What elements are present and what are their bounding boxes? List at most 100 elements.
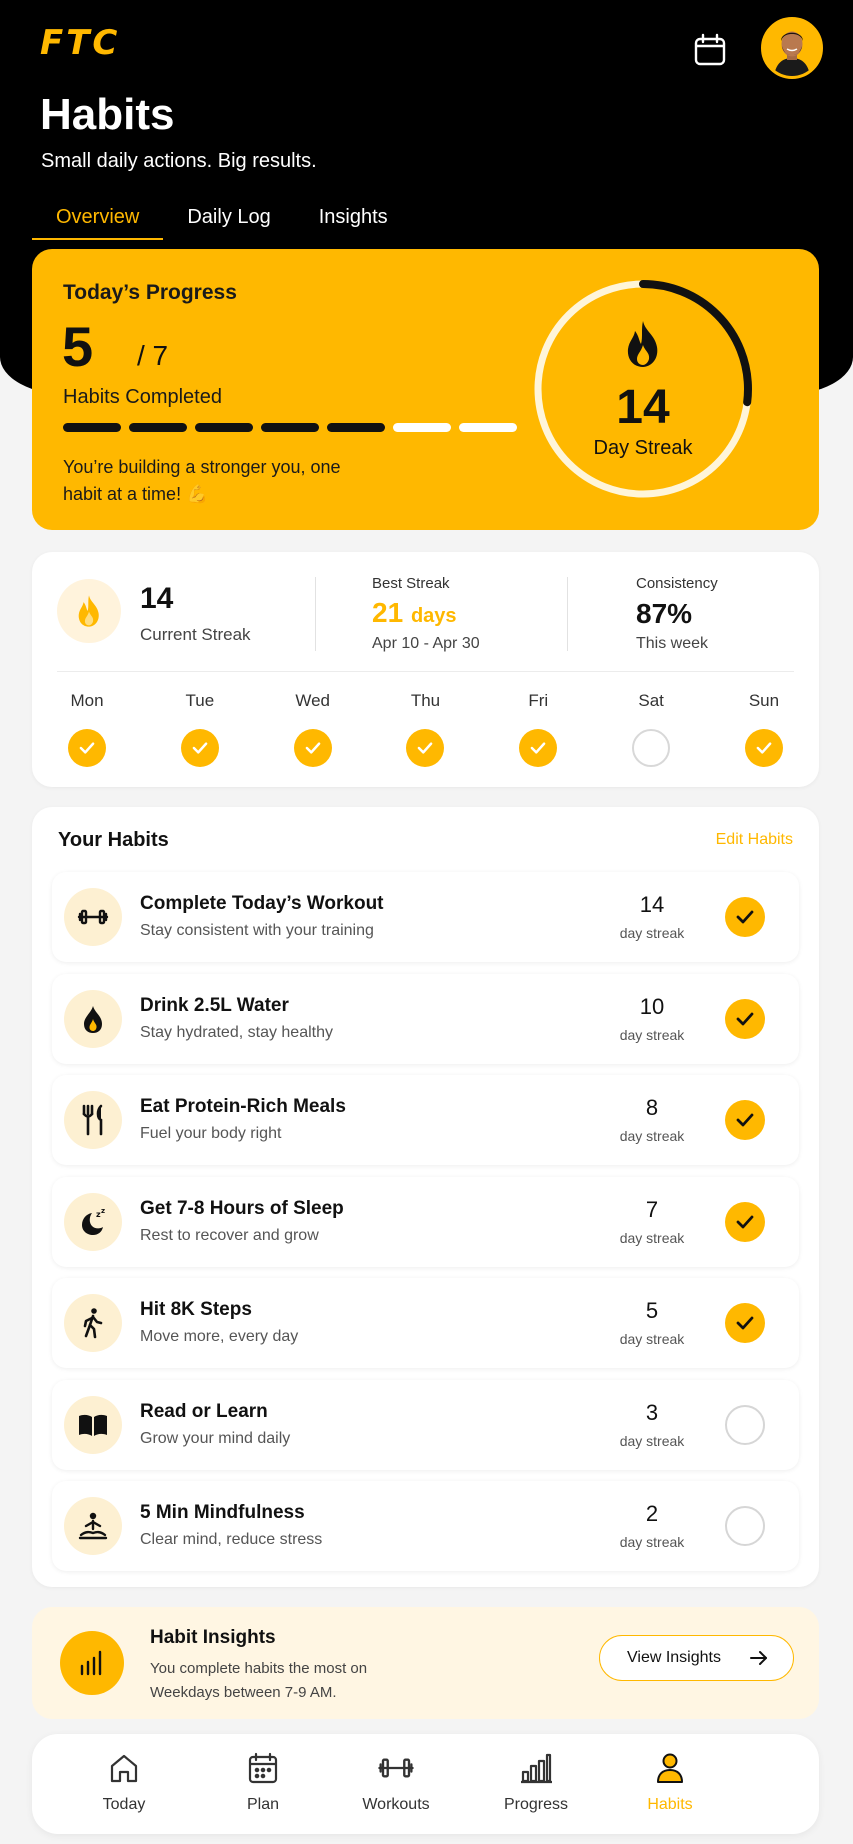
day-check-done[interactable] [406, 729, 445, 767]
habit-row[interactable]: Eat Protein-Rich Meals Fuel your body rig… [52, 1075, 799, 1165]
tab-bar: Overview Daily Log Insights [32, 200, 412, 240]
progress-segment [459, 423, 517, 432]
progress-segment [261, 423, 319, 432]
day-name: Wed [295, 691, 330, 710]
habit-icon-badge [64, 1395, 122, 1454]
habit-row[interactable]: Drink 2.5L Water Stay hydrated, stay heal… [52, 973, 799, 1064]
divider [567, 577, 568, 651]
view-insights-button[interactable]: View Insights [599, 1635, 794, 1681]
habit-icon-badge [64, 989, 122, 1048]
habit-checkbox-checked[interactable] [725, 897, 765, 937]
day-check-done[interactable] [293, 729, 332, 767]
habit-icon-badge [64, 888, 122, 946]
day-check-done[interactable] [744, 729, 783, 767]
day-check-empty[interactable] [632, 729, 671, 767]
calendar-button[interactable] [688, 28, 732, 72]
habit-icon-badge [64, 1497, 122, 1555]
moon-sleep-icon: zz [82, 1207, 105, 1235]
check-icon [530, 742, 546, 754]
habit-checkbox-checked[interactable] [725, 1100, 765, 1140]
flame-icon [627, 321, 658, 367]
check-icon [418, 742, 433, 754]
motivation-message: You’re building a stronger you, one habi… [63, 457, 341, 504]
check-icon [736, 1113, 754, 1127]
habit-streak-label: day streak [619, 1229, 685, 1246]
day-column: Fri [501, 691, 575, 767]
day-check-done[interactable] [68, 729, 106, 767]
habit-title: Drink 2.5L Water [140, 994, 289, 1016]
nav-item-workouts[interactable]: Workouts [336, 1748, 456, 1824]
nav-item-plan[interactable]: Plan [203, 1748, 323, 1824]
check-icon [79, 742, 95, 754]
bottom-nav: Today Plan Workouts Progress Habits [32, 1734, 819, 1834]
view-insights-label: View Insights [627, 1649, 721, 1666]
day-streak-label: Day Streak [593, 437, 693, 459]
habit-subtitle: Stay consistent with your training [140, 922, 374, 939]
day-check-done[interactable] [180, 729, 219, 767]
habit-title: 5 Min Mindfulness [140, 1502, 305, 1523]
divider [57, 671, 794, 672]
habit-streak-value: 14 [639, 892, 665, 917]
habit-icon-badge [64, 1091, 122, 1149]
day-check-done[interactable] [519, 729, 558, 767]
habit-streak-label: day streak [619, 1026, 685, 1043]
current-streak-badge [57, 579, 121, 643]
page-title: Habits [40, 90, 175, 139]
your-habits-card: Your Habits Edit Habits Complete Today’s… [32, 807, 819, 1587]
habit-checkbox-checked[interactable] [725, 1303, 765, 1343]
check-icon [756, 742, 772, 754]
calendar-icon [694, 33, 726, 66]
day-column: Tue [163, 691, 237, 767]
flame-icon [78, 595, 99, 627]
habit-row[interactable]: Complete Today’s Workout Stay consistent … [52, 872, 799, 962]
arrow-right-icon [750, 1651, 767, 1665]
week-days-row: Mon Tue Wed Thu Fri Sat Sun [50, 691, 801, 767]
insights-badge [60, 1631, 124, 1695]
check-icon [192, 742, 208, 754]
habit-streak-label: day streak [619, 925, 685, 941]
book-icon [79, 1414, 107, 1436]
habit-row[interactable]: 5 Min Mindfulness Clear mind, reduce stre… [52, 1481, 799, 1571]
tab-daily-log[interactable]: Daily Log [163, 200, 294, 240]
habit-title: Hit 8K Steps [140, 1299, 252, 1320]
edit-habits-link[interactable]: Edit Habits [716, 831, 793, 849]
check-icon [736, 910, 754, 924]
habit-subtitle: Fuel your body right [140, 1125, 282, 1142]
nav-label: Today [102, 1796, 146, 1813]
habit-checkbox-checked[interactable] [725, 1201, 765, 1242]
best-streak-range: Apr 10 - Apr 30 [372, 635, 480, 652]
tab-overview[interactable]: Overview [32, 200, 164, 240]
avatar[interactable] [761, 17, 823, 79]
progress-segment [129, 423, 187, 432]
home-icon [108, 1748, 140, 1788]
app-logo[interactable]: FTC [40, 24, 126, 62]
habits-section-title: Your Habits [58, 829, 169, 851]
habit-row[interactable]: Read or Learn Grow your mind daily 3 day st… [52, 1379, 799, 1470]
best-streak-number: 21 [372, 597, 404, 628]
tab-insights[interactable]: Insights [295, 200, 412, 240]
habit-streak-value: 7 [645, 1196, 659, 1222]
check-icon [305, 742, 321, 754]
habit-checkbox-unchecked[interactable] [725, 1404, 765, 1445]
nav-item-progress[interactable]: Progress [476, 1748, 596, 1824]
nav-item-habits[interactable]: Habits [610, 1748, 730, 1824]
habit-streak-label: day streak [619, 1432, 685, 1449]
habit-row[interactable]: Hit 8K Steps Move more, every day 5 day str… [52, 1278, 799, 1368]
day-column: Mon [50, 691, 124, 767]
meditation-icon [78, 1512, 108, 1540]
fork-knife-icon [82, 1104, 103, 1136]
insights-body: You complete habits the most on Weekdays… [150, 1660, 368, 1701]
habit-checkbox-checked[interactable] [725, 998, 765, 1039]
divider [315, 577, 316, 651]
habit-subtitle: Clear mind, reduce stress [140, 1531, 323, 1548]
habit-row[interactable]: z z Get 7-8 Hours of Sleep Rest to recover … [52, 1176, 799, 1267]
habit-subtitle: Move more, every day [140, 1328, 299, 1345]
day-column: Thu [388, 691, 462, 767]
bar-chart-icon [519, 1748, 553, 1788]
habit-checkbox-unchecked[interactable] [725, 1506, 765, 1546]
check-icon [736, 1215, 754, 1228]
nav-item-today[interactable]: Today [64, 1748, 184, 1824]
best-streak-label: Best Streak [372, 575, 450, 592]
habit-streak-value: 3 [645, 1399, 659, 1425]
progress-segment [195, 423, 253, 432]
